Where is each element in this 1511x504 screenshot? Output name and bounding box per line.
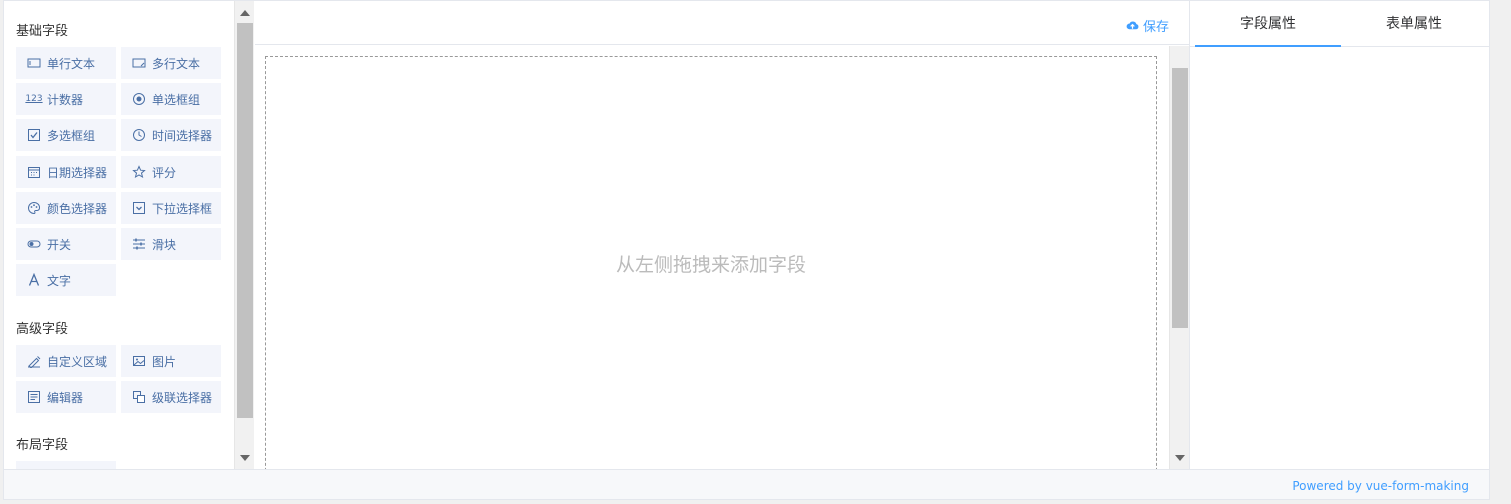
field-number-button[interactable]: 123 计数器: [16, 83, 116, 115]
radio-icon: [132, 92, 146, 106]
field-label: 颜色选择器: [47, 201, 108, 216]
tab-form-properties[interactable]: 表单属性: [1341, 1, 1487, 47]
field-label: 开关: [47, 237, 72, 252]
scroll-down-arrow-icon[interactable]: [1175, 455, 1185, 461]
field-label: 日期选择器: [47, 165, 108, 180]
components-panel: 基础字段 单行文本 多行文本 123 计数器 单选框组 多选框组 时间选择器 日…: [4, 1, 234, 469]
field-label: 时间选择器: [152, 128, 213, 143]
field-text-button[interactable]: 文字: [16, 264, 116, 296]
slider-icon: [132, 237, 146, 251]
select-icon: [132, 201, 146, 215]
input-icon: [27, 56, 41, 70]
tab-field-properties[interactable]: 字段属性: [1195, 1, 1341, 47]
calendar-icon: [27, 165, 41, 179]
field-label: 滑块: [152, 237, 177, 252]
field-color-button[interactable]: 颜色选择器: [16, 192, 116, 224]
field-label: 多选框组: [47, 128, 96, 143]
cascader-icon: [132, 390, 146, 404]
field-label: 单选框组: [152, 92, 201, 107]
switch-icon: [27, 237, 41, 251]
save-button[interactable]: 保存: [1126, 16, 1169, 35]
drop-zone[interactable]: 从左侧拖拽来添加字段: [265, 56, 1157, 486]
field-custom-button[interactable]: 自定义区域: [16, 345, 116, 377]
field-editor-button[interactable]: 编辑器: [16, 381, 116, 413]
field-grid-button[interactable]: [16, 461, 116, 469]
field-label: 下拉选择框: [152, 201, 213, 216]
text-icon: [27, 273, 41, 287]
image-icon: [132, 354, 146, 368]
field-label: 单行文本: [47, 56, 96, 71]
field-label: 级联选择器: [152, 390, 213, 405]
textarea-icon: [132, 56, 146, 70]
field-select-button[interactable]: 下拉选择框: [121, 192, 221, 224]
form-canvas: 从左侧拖拽来添加字段: [255, 46, 1189, 486]
layout-fields-title: 布局字段: [16, 438, 69, 453]
components-panel-scrollbar[interactable]: [234, 1, 254, 469]
canvas-toolbar: 保存: [255, 1, 1189, 45]
field-checkbox-button[interactable]: 多选框组: [16, 119, 116, 151]
field-input-button[interactable]: 单行文本: [16, 47, 116, 79]
config-panel: 字段属性 表单属性: [1189, 1, 1490, 469]
field-label: 自定义区域: [47, 354, 108, 369]
canvas-scrollbar[interactable]: [1169, 46, 1189, 469]
scrollbar-thumb[interactable]: [237, 23, 253, 418]
number-icon: 123: [25, 94, 43, 104]
editor-icon: [27, 390, 41, 404]
custom-icon: [27, 354, 41, 368]
scrollbar-thumb[interactable]: [1172, 68, 1188, 328]
field-rate-button[interactable]: 评分: [121, 156, 221, 188]
basic-fields-title: 基础字段: [16, 24, 69, 39]
powered-by-link[interactable]: Powered by vue-form-making: [1292, 479, 1469, 493]
footer: Powered by vue-form-making: [4, 469, 1489, 499]
scroll-up-arrow-icon[interactable]: [240, 10, 250, 16]
star-icon: [132, 165, 146, 179]
palette-icon: [27, 201, 41, 215]
cloud-upload-icon: [1126, 21, 1139, 30]
form-designer: 基础字段 单行文本 多行文本 123 计数器 单选框组 多选框组 时间选择器 日…: [3, 0, 1490, 500]
field-label: 图片: [152, 354, 177, 369]
save-label: 保存: [1142, 20, 1169, 35]
canvas-placeholder: 从左侧拖拽来添加字段: [615, 254, 806, 276]
clock-icon: [132, 128, 146, 142]
field-textarea-button[interactable]: 多行文本: [121, 47, 221, 79]
checkbox-icon: [27, 128, 41, 142]
field-image-button[interactable]: 图片: [121, 345, 221, 377]
field-time-button[interactable]: 时间选择器: [121, 119, 221, 151]
field-date-button[interactable]: 日期选择器: [16, 156, 116, 188]
field-cascader-button[interactable]: 级联选择器: [121, 381, 221, 413]
field-switch-button[interactable]: 开关: [16, 228, 116, 260]
field-label: 评分: [152, 165, 177, 180]
field-label: 编辑器: [47, 390, 84, 405]
advanced-fields-title: 高级字段: [16, 322, 69, 337]
field-label: 多行文本: [152, 56, 201, 71]
field-radio-button[interactable]: 单选框组: [121, 83, 221, 115]
config-tabs: 字段属性 表单属性: [1190, 1, 1490, 47]
field-slider-button[interactable]: 滑块: [121, 228, 221, 260]
field-label: 计数器: [47, 92, 84, 107]
scroll-down-arrow-icon[interactable]: [240, 455, 250, 461]
field-label: 文字: [47, 273, 72, 288]
